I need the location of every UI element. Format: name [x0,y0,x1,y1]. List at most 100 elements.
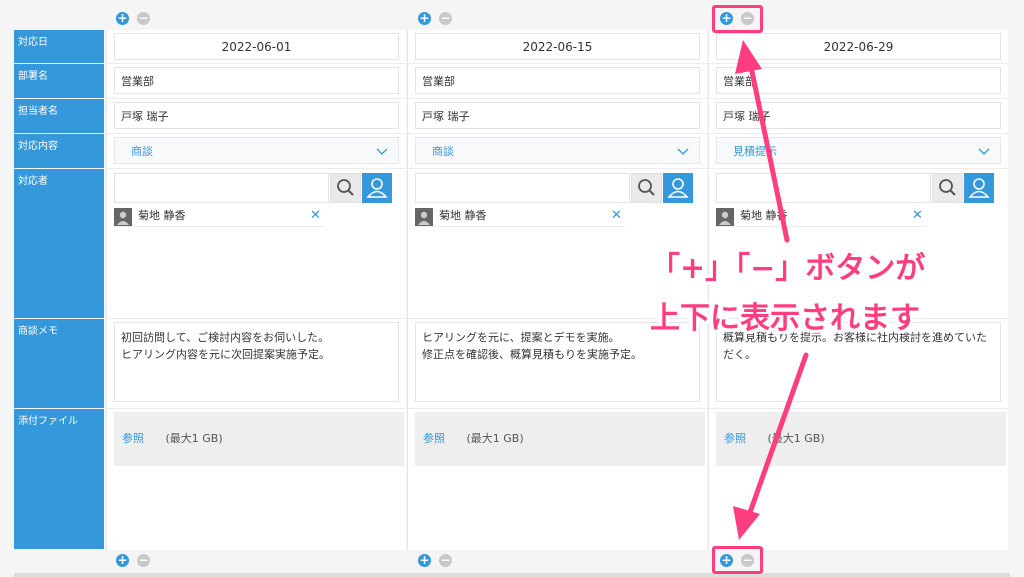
dept-cell: 営業部 [408,64,708,99]
person-cell: 戸塚 瑞子 [107,99,407,134]
date-cell: 2022-06-01 [107,30,407,64]
remove-row-button[interactable]: − [137,554,150,567]
selected-user-name: 菊地 静香 [740,209,788,222]
memo-textarea[interactable]: 初回訪問して、ご検討内容をお伺いした。 ヒアリング内容を元に次回提案実施予定。 [114,322,399,402]
label-responder: 対応者 [14,169,104,319]
label-memo: 商談メモ [14,319,104,409]
date-field[interactable]: 2022-06-01 [114,33,399,60]
label-date: 対応日 [14,30,104,64]
user-search-input[interactable] [114,173,329,203]
row-actions-bottom-1: + − [116,554,156,570]
add-row-button[interactable]: + [116,12,129,25]
content-cell: 商談 [408,134,708,169]
remove-row-button[interactable]: − [439,12,452,25]
remove-row-button[interactable]: − [439,554,452,567]
person-field[interactable]: 戸塚 瑞子 [415,102,700,129]
user-icon [667,178,689,198]
row-actions-top-1: + − [116,12,156,28]
file-size-limit: (最大1 GB) [165,432,223,445]
avatar [415,208,433,226]
add-row-button[interactable]: + [418,554,431,567]
field-label-column: 対応日 部署名 担当者名 対応内容 対応者 商談メモ 添付ファイル [14,30,104,550]
dept-field[interactable]: 営業部 [415,67,700,94]
attachment-cell: 参照 (最大1 GB) [709,409,1009,550]
memo-cell: 初回訪問して、ご検討内容をお伺いした。 ヒアリング内容を元に次回提案実施予定。 [107,319,407,409]
responder-cell: 菊地 静香 ✕ [107,169,407,319]
content-select-value: 見積提示 [733,145,777,158]
close-icon[interactable]: ✕ [310,207,321,225]
content-cell: 商談 [107,134,407,169]
file-drop-area[interactable]: 参照 (最大1 GB) [415,412,705,466]
dept-cell: 営業部 [107,64,407,99]
user-select-button[interactable] [362,173,392,203]
selected-user-name: 菊地 静香 [439,209,487,222]
add-row-button[interactable]: + [116,554,129,567]
label-person: 担当者名 [14,99,104,134]
person-cell: 戸塚 瑞子 [709,99,1009,134]
label-content: 対応内容 [14,134,104,169]
person-cell: 戸塚 瑞子 [408,99,708,134]
subtable-page: 対応日 部署名 担当者名 対応内容 対応者 商談メモ 添付ファイル + − + … [0,0,1024,577]
annotation-callout: 「+」「−」ボタンが 上下に表示されます [650,244,1020,344]
person-field[interactable]: 戸塚 瑞子 [716,102,1001,129]
highlight-box-top [712,5,763,33]
search-icon [939,179,956,196]
add-row-button[interactable]: + [418,12,431,25]
date-cell: 2022-06-29 [709,30,1009,64]
dept-field[interactable]: 営業部 [114,67,399,94]
search-button[interactable] [631,173,662,203]
browse-link[interactable]: 参照 [122,432,144,445]
dept-cell: 営業部 [709,64,1009,99]
user-search [716,173,994,203]
search-icon [638,179,655,196]
attachment-cell: 参照 (最大1 GB) [107,409,407,550]
close-icon[interactable]: ✕ [912,207,923,225]
content-select-value: 商談 [131,145,153,158]
search-button[interactable] [932,173,963,203]
search-icon [337,179,354,196]
user-select-button[interactable] [663,173,693,203]
content-cell: 見積提示 [709,134,1009,169]
dept-field[interactable]: 営業部 [716,67,1001,94]
file-size-limit: (最大1 GB) [466,432,524,445]
file-drop-area[interactable]: 参照 (最大1 GB) [716,412,1006,466]
content-select[interactable]: 見積提示 [716,137,1001,164]
person-field[interactable]: 戸塚 瑞子 [114,102,399,129]
browse-link[interactable]: 参照 [423,432,445,445]
selected-user: 菊地 静香 ✕ [114,207,324,227]
remove-row-button[interactable]: − [137,12,150,25]
file-size-limit: (最大1 GB) [767,432,825,445]
search-button[interactable] [330,173,361,203]
user-icon [968,178,990,198]
file-drop-area[interactable]: 参照 (最大1 GB) [114,412,404,466]
callout-line-1: 「+」「−」ボタンが [650,251,926,286]
highlight-box-bottom [712,546,763,574]
selected-user: 菊地 静香 ✕ [716,207,926,227]
record-column-1: 2022-06-01 営業部 戸塚 瑞子 商談 菊地 静香 ✕ 初回訪問して、ご… [106,30,407,550]
user-search-input[interactable] [415,173,630,203]
date-field[interactable]: 2022-06-29 [716,33,1001,60]
selected-user-name: 菊地 静香 [138,209,186,222]
user-search-input[interactable] [716,173,931,203]
row-actions-bottom-2: + − [418,554,458,570]
browse-link[interactable]: 参照 [724,432,746,445]
row-actions-top-2: + − [418,12,458,28]
user-select-button[interactable] [964,173,994,203]
selected-user: 菊地 静香 ✕ [415,207,625,227]
user-search [415,173,693,203]
user-icon [366,178,388,198]
horizontal-scrollbar[interactable] [14,573,1010,577]
date-cell: 2022-06-15 [408,30,708,64]
avatar [716,208,734,226]
attachment-cell: 参照 (最大1 GB) [408,409,708,550]
close-icon[interactable]: ✕ [611,207,622,225]
content-select[interactable]: 商談 [415,137,700,164]
callout-line-2: 上下に表示されます [650,301,920,336]
user-search [114,173,392,203]
label-dept: 部署名 [14,64,104,99]
avatar [114,208,132,226]
label-attachment: 添付ファイル [14,409,104,550]
content-select-value: 商談 [432,145,454,158]
content-select[interactable]: 商談 [114,137,399,164]
date-field[interactable]: 2022-06-15 [415,33,700,60]
